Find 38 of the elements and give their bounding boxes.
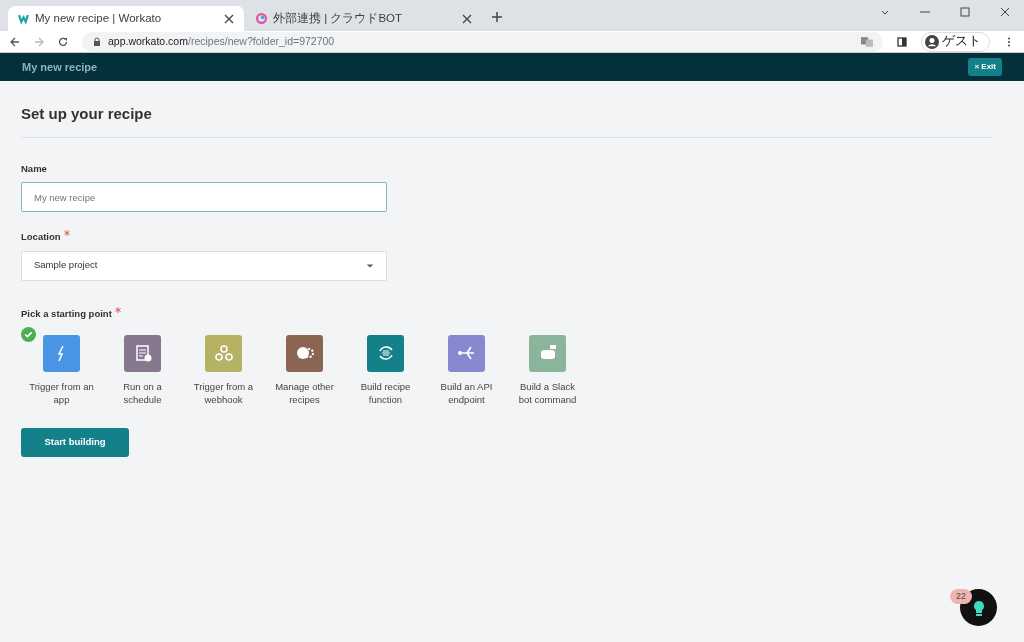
starting-point-option[interactable]: Run on a schedule xyxy=(102,326,183,406)
close-icon[interactable] xyxy=(224,13,234,24)
start-building-button[interactable]: Start building xyxy=(21,427,129,457)
starting-point-option[interactable]: Trigger from an app xyxy=(21,326,102,406)
favicon-icon xyxy=(18,13,29,24)
translate-icon[interactable] xyxy=(861,35,873,48)
page-title: Set up your recipe xyxy=(21,105,153,123)
check-icon xyxy=(21,326,36,342)
avatar-icon xyxy=(925,34,939,49)
exit-button[interactable]: × Exit xyxy=(968,58,1002,76)
favicon-icon xyxy=(256,13,267,24)
address-bar[interactable]: app.workato.com/recipes/new?folder_id=972700 xyxy=(82,31,883,52)
tab-title: 外部連携 | クラウドBOT xyxy=(273,10,403,26)
page-header-title: My new recipe xyxy=(22,59,98,75)
field-label: Pick a starting point xyxy=(21,306,112,321)
location-select[interactable]: Sample project xyxy=(21,250,387,281)
lock-icon[interactable] xyxy=(92,36,102,47)
side-panel-icon[interactable] xyxy=(897,36,907,47)
tab-title: My new recipe | Workato xyxy=(35,10,162,26)
reload-icon[interactable] xyxy=(58,36,68,47)
new-tab-icon[interactable] xyxy=(492,12,502,22)
url-text: app.workato.com/recipes/new?folder_id=972700 xyxy=(108,33,335,49)
browser-tab[interactable]: My new recipe | Workato xyxy=(8,6,244,31)
field-label: Location xyxy=(21,230,61,245)
field-label: Name xyxy=(21,162,47,176)
maximize-icon[interactable] xyxy=(960,6,970,17)
close-icon[interactable] xyxy=(462,13,472,24)
browser-tab[interactable]: 外部連携 | クラウドBOT xyxy=(246,6,482,31)
starting-point-option[interactable]: Build a Slack bot command xyxy=(507,326,588,406)
back-icon[interactable] xyxy=(10,36,20,47)
starting-point-option[interactable]: Build recipe function xyxy=(345,326,426,406)
caret-icon[interactable] xyxy=(366,261,374,270)
starting-point-option[interactable]: Build an API endpoint xyxy=(426,326,507,406)
name-field[interactable]: My new recipe xyxy=(21,182,387,213)
notification-count: 22 xyxy=(950,588,972,604)
starting-point-option[interactable]: Trigger from a webhook xyxy=(183,326,264,406)
close-icon[interactable] xyxy=(1000,6,1010,17)
starting-point-option[interactable]: Manage other recipes xyxy=(264,326,345,406)
